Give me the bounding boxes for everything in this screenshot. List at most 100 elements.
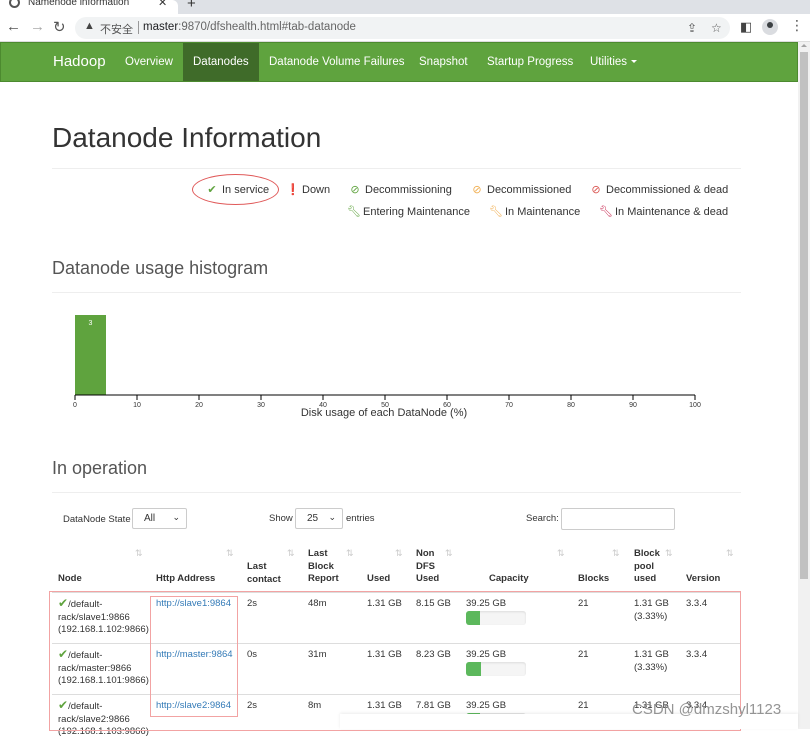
col-used[interactable]: Used [367, 573, 390, 586]
legend-decommissioning: ⊘ Decommissioning [349, 183, 452, 196]
entries-per-page-value: 25 [307, 513, 319, 524]
star-icon[interactable]: ☆ [711, 21, 722, 35]
divider [52, 292, 741, 293]
scroll-up-arrow-icon[interactable] [801, 44, 807, 47]
x-tick-label: 40 [319, 402, 327, 409]
legend-entering-maintenance: 🔧︎ Entering Maintenance [347, 205, 470, 218]
search-label: Search: [526, 513, 559, 524]
show-label: Show [269, 513, 293, 524]
sort-icon[interactable]: ⇅ [346, 548, 353, 559]
search-input[interactable] [561, 508, 675, 530]
col-non-dfs-used[interactable]: Non DFS Used [416, 548, 446, 586]
menu-icon[interactable]: ⋮ [790, 17, 804, 34]
sort-icon[interactable]: ⇅ [287, 548, 294, 559]
ban-icon: ⊘ [591, 184, 601, 196]
check-icon: ✔ [207, 184, 217, 196]
legend-down: ❗ Down [286, 183, 330, 196]
x-tick-label: 100 [689, 402, 701, 409]
caret-down-icon [631, 60, 638, 64]
in-operation-title: In operation [52, 458, 148, 478]
back-icon[interactable]: ← [6, 18, 21, 35]
legend-label: Down [302, 184, 331, 196]
sort-icon[interactable]: ⇅ [726, 548, 733, 559]
x-tick-label: 90 [629, 402, 637, 409]
url-path: :9870/dfshealth.html#tab-datanode [178, 21, 356, 33]
x-tick-label: 30 [257, 402, 265, 409]
nav-utilities[interactable]: Utilities [580, 43, 647, 81]
browser-toolbar: ← → ↻ ▲ 不安全 master:9870/dfshealth.html#t… [0, 14, 810, 42]
sort-icon[interactable]: ⇅ [135, 548, 142, 559]
scroll-thumb[interactable] [800, 52, 808, 579]
ban-icon: ⊘ [472, 184, 482, 196]
nav-datanodes[interactable]: Datanodes [183, 43, 259, 81]
chevron-down-icon: ⌄ [172, 512, 180, 522]
col-last-contact[interactable]: Last contact [247, 561, 292, 586]
exclamation-circle-icon: ❗ [286, 184, 300, 196]
page-scrollbar[interactable] [798, 42, 810, 729]
legend-label: In service [222, 184, 270, 196]
col-block-pool-used[interactable]: Block pool used [634, 548, 669, 586]
nav-snapshot[interactable]: Snapshot [409, 43, 478, 81]
tab-title: Namenode information [28, 0, 130, 8]
legend-decommissioned-dead: ⊘ Decommissioned & dead [590, 183, 728, 196]
new-tab-icon[interactable]: + [187, 0, 196, 12]
sort-icon[interactable]: ⇅ [557, 548, 564, 559]
close-tab-icon[interactable]: ✕ [158, 0, 167, 9]
profile-avatar-icon[interactable] [762, 19, 778, 35]
col-version[interactable]: Version [686, 573, 720, 586]
sort-icon[interactable]: ⇅ [612, 548, 619, 559]
legend-label: Decommissioned [487, 184, 572, 196]
x-tick-label: 80 [567, 402, 575, 409]
x-tick-label: 0 [73, 402, 77, 409]
col-node[interactable]: Node [58, 573, 82, 586]
divider [52, 492, 741, 493]
divider [138, 21, 139, 34]
address-bar[interactable]: ▲ 不安全 master:9870/dfshealth.html#tab-dat… [75, 17, 730, 39]
entries-per-page-select[interactable]: 25 ⌄ [295, 508, 343, 529]
legend-decommissioned: ⊘ Decommissioned [471, 183, 571, 196]
wrench-icon: 🔧︎ [347, 206, 361, 218]
forward-icon[interactable]: → [30, 18, 45, 35]
sort-icon[interactable]: ⇅ [665, 548, 672, 559]
url-text[interactable]: master:9870/dfshealth.html#tab-datanode [143, 21, 356, 33]
sort-icon[interactable]: ⇅ [445, 548, 452, 559]
nav-startup-progress[interactable]: Startup Progress [477, 43, 583, 81]
col-last-block-report[interactable]: Last Block Report [308, 548, 348, 586]
datanode-state-select[interactable]: All ⌄ [132, 508, 187, 529]
browser-tabstrip: Namenode information ✕ + [0, 0, 810, 14]
legend-in-maintenance-dead: 🔧︎ In Maintenance & dead [599, 205, 728, 218]
top-navbar: Hadoop Overview Datanodes Datanode Volum… [0, 42, 798, 82]
entries-label: entries [346, 513, 375, 524]
legend-in-service: ✔ In service [206, 183, 269, 196]
col-blocks[interactable]: Blocks [578, 573, 609, 586]
brand-logo[interactable]: Hadoop [53, 53, 106, 70]
nav-utilities-label: Utilities [590, 56, 628, 68]
chevron-down-icon: ⌄ [328, 512, 336, 522]
legend-label: In Maintenance [505, 206, 581, 218]
side-panel-icon[interactable]: ◧ [740, 19, 752, 35]
annotation-box-http [150, 596, 238, 717]
share-icon[interactable]: ⇪ [687, 21, 697, 35]
sort-icon[interactable]: ⇅ [226, 548, 233, 559]
browser-tab[interactable]: Namenode information ✕ [0, 0, 178, 14]
x-tick-label: 20 [195, 402, 203, 409]
histogram-title: Datanode usage histogram [52, 258, 269, 278]
col-http-address[interactable]: Http Address [156, 573, 215, 586]
histogram-bar-label: 3 [89, 320, 93, 327]
page-title: Datanode Information [52, 122, 322, 153]
warning-icon: ▲ [84, 20, 95, 32]
datanode-state-value: All [144, 513, 156, 524]
reload-icon[interactable]: ↻ [53, 18, 66, 36]
legend-label: In Maintenance & dead [615, 206, 729, 218]
globe-icon [9, 0, 20, 8]
insecure-label: 不安全 [100, 24, 133, 36]
usage-histogram-chart: Disk usage of each DataNode (%) 30 10 20 30… [73, 315, 701, 419]
nav-overview[interactable]: Overview [115, 43, 183, 81]
histogram-bar [75, 315, 106, 395]
legend-label: Decommissioning [365, 184, 452, 196]
sort-icon[interactable]: ⇅ [395, 548, 402, 559]
nav-datanode-volume-failures[interactable]: Datanode Volume Failures [259, 43, 415, 81]
datanode-state-label: DataNode State [63, 514, 131, 525]
legend-in-maintenance: 🔧︎ In Maintenance [489, 205, 580, 218]
col-capacity[interactable]: Capacity [489, 573, 529, 586]
